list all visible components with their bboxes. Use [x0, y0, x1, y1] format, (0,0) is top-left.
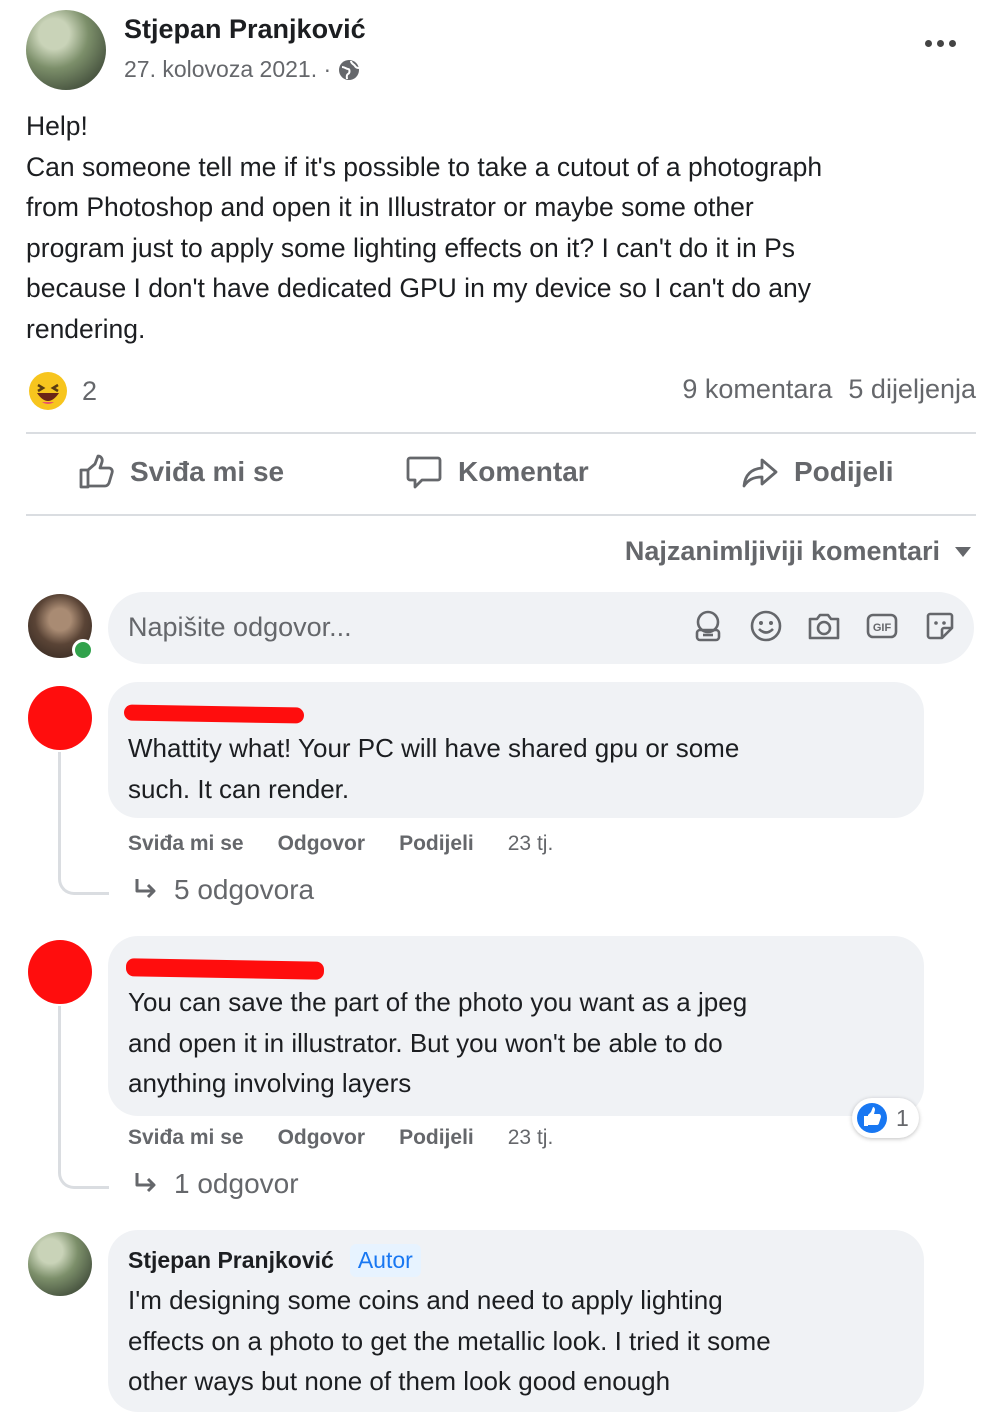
comment-text-line: other ways but none of them look good en… [128, 1366, 671, 1396]
comment-like-link[interactable]: Sviđa mi se [128, 832, 244, 856]
divider [26, 514, 976, 516]
globe-icon [337, 58, 361, 82]
comment-share-link[interactable]: Podijeli [399, 832, 474, 856]
post-body-line: rendering. [26, 313, 146, 344]
comment-text-line: You can save the part of the photo you w… [128, 987, 748, 1017]
comment-text: Whattity what! Your PC will have shared … [128, 728, 739, 809]
sticker-icon[interactable] [922, 608, 958, 644]
gif-icon[interactable]: GIF [864, 608, 900, 644]
like-button[interactable]: Sviđa mi se [76, 452, 284, 492]
reply-input-tools: GIF [690, 608, 958, 644]
post-author-name[interactable]: Stjepan Pranjković [124, 14, 366, 45]
more-options-button[interactable] [918, 30, 962, 56]
reply-arrow-icon [132, 876, 160, 904]
reaction-count: 2 [82, 375, 98, 406]
comment-like-link[interactable]: Sviđa mi se [128, 1126, 244, 1150]
share-arrow-icon [740, 452, 780, 492]
post-date[interactable]: 27. kolovoza 2021. · [124, 56, 361, 83]
comment-text: You can save the part of the photo you w… [128, 982, 747, 1104]
share-button[interactable]: Podijeli [740, 452, 894, 492]
comment-reply-link[interactable]: Odgovor [278, 832, 366, 856]
comment-bubble: Whattity what! Your PC will have shared … [108, 682, 924, 818]
post-body: Help! Can someone tell me if it's possib… [26, 106, 976, 349]
comment-text-line: and open it in illustrator. But you won'… [128, 1027, 723, 1058]
divider [26, 432, 976, 434]
reply-input-box[interactable]: Napišite odgovor... GIF [108, 592, 974, 664]
emoji-icon[interactable] [748, 608, 784, 644]
comment-bubble: You can save the part of the photo you w… [108, 936, 924, 1116]
caret-down-icon [954, 546, 972, 558]
comment-text-line: anything involving layers [128, 1068, 412, 1098]
post-body-line: from Photoshop and open it in Illustrato… [26, 192, 754, 222]
redacted-author-name [123, 704, 305, 724]
share-button-label: Podijeli [794, 456, 894, 487]
like-reaction-icon [856, 1102, 888, 1134]
comments-count-link[interactable]: 9 komentara [682, 374, 832, 405]
online-status-dot [72, 639, 94, 661]
comment-sort-dropdown[interactable]: Najzanimljiviji komentari [625, 536, 972, 567]
comment-reaction-badge[interactable]: 1 [852, 1098, 919, 1138]
comment-sort-label: Najzanimljiviji komentari [624, 536, 940, 566]
comment-bubble-icon [404, 452, 444, 492]
comment-actions: Sviđa mi se Odgovor Podijeli 23 tj. [128, 832, 553, 856]
thread-connector [58, 752, 109, 895]
comment-author-row: Stjepan Pranjković Autor [128, 1244, 421, 1277]
comment-timestamp[interactable]: 23 tj. [508, 1126, 554, 1150]
view-replies-label: 1 odgovor [174, 1168, 299, 1199]
comment-text-line: Whattity what! Your PC will have shared … [128, 733, 740, 763]
redacted-avatar [28, 686, 92, 750]
reactions-summary[interactable]: 2 [28, 371, 97, 411]
post-date-text: 27. kolovoza 2021. · [124, 56, 332, 82]
comment-text-line: effects on a photo to get the metallic l… [128, 1325, 771, 1356]
post-body-line: Can someone tell me if it's possible to … [26, 151, 823, 182]
thumbs-up-icon [76, 452, 116, 492]
more-horizontal-icon [924, 39, 956, 47]
like-button-label: Sviđa mi se [130, 456, 285, 487]
redacted-avatar [28, 940, 92, 1004]
view-replies-label: 5 odgovora [174, 874, 315, 905]
camera-icon[interactable] [806, 608, 842, 644]
post-body-line: Help! [26, 111, 88, 141]
author-avatar[interactable] [26, 10, 106, 90]
comment-button-label: Komentar [458, 456, 589, 487]
author-avatar[interactable] [28, 1232, 92, 1296]
reply-input[interactable]: Napišite odgovor... [128, 612, 352, 643]
reply-arrow-icon [132, 1170, 160, 1198]
comment-share-link[interactable]: Podijeli [399, 1126, 474, 1150]
thread-connector [58, 1006, 109, 1189]
post-stats: 9 komentara 5 dijeljenja [682, 374, 976, 405]
author-badge: Autor [349, 1244, 421, 1277]
avatar-sticker-icon[interactable] [690, 608, 726, 644]
comment-bubble: Stjepan Pranjković Autor I'm designing s… [108, 1230, 924, 1412]
comment-text-line: such. It can render. [128, 773, 350, 804]
view-replies-link[interactable]: 5 odgovora [132, 874, 314, 906]
svg-text:GIF: GIF [873, 622, 892, 634]
comment-reply-link[interactable]: Odgovor [278, 1126, 366, 1150]
post-body-line: program just to apply some lighting effe… [26, 232, 796, 263]
comment-text: I'm designing some coins and need to app… [128, 1280, 771, 1402]
post-body-line: because I don't have dedicated GPU in my… [26, 273, 811, 303]
shares-count-link[interactable]: 5 dijeljenja [848, 374, 976, 405]
haha-reaction-icon [28, 371, 68, 411]
comment-timestamp[interactable]: 23 tj. [508, 832, 554, 856]
comment-reaction-count: 1 [896, 1104, 909, 1131]
comment-actions: Sviđa mi se Odgovor Podijeli 23 tj. [128, 1126, 553, 1150]
comment-button[interactable]: Komentar [404, 452, 589, 492]
comment-text-line: I'm designing some coins and need to app… [128, 1285, 723, 1315]
comment-author-name[interactable]: Stjepan Pranjković [128, 1247, 334, 1274]
view-replies-link[interactable]: 1 odgovor [132, 1168, 299, 1200]
redacted-author-name [125, 958, 325, 980]
